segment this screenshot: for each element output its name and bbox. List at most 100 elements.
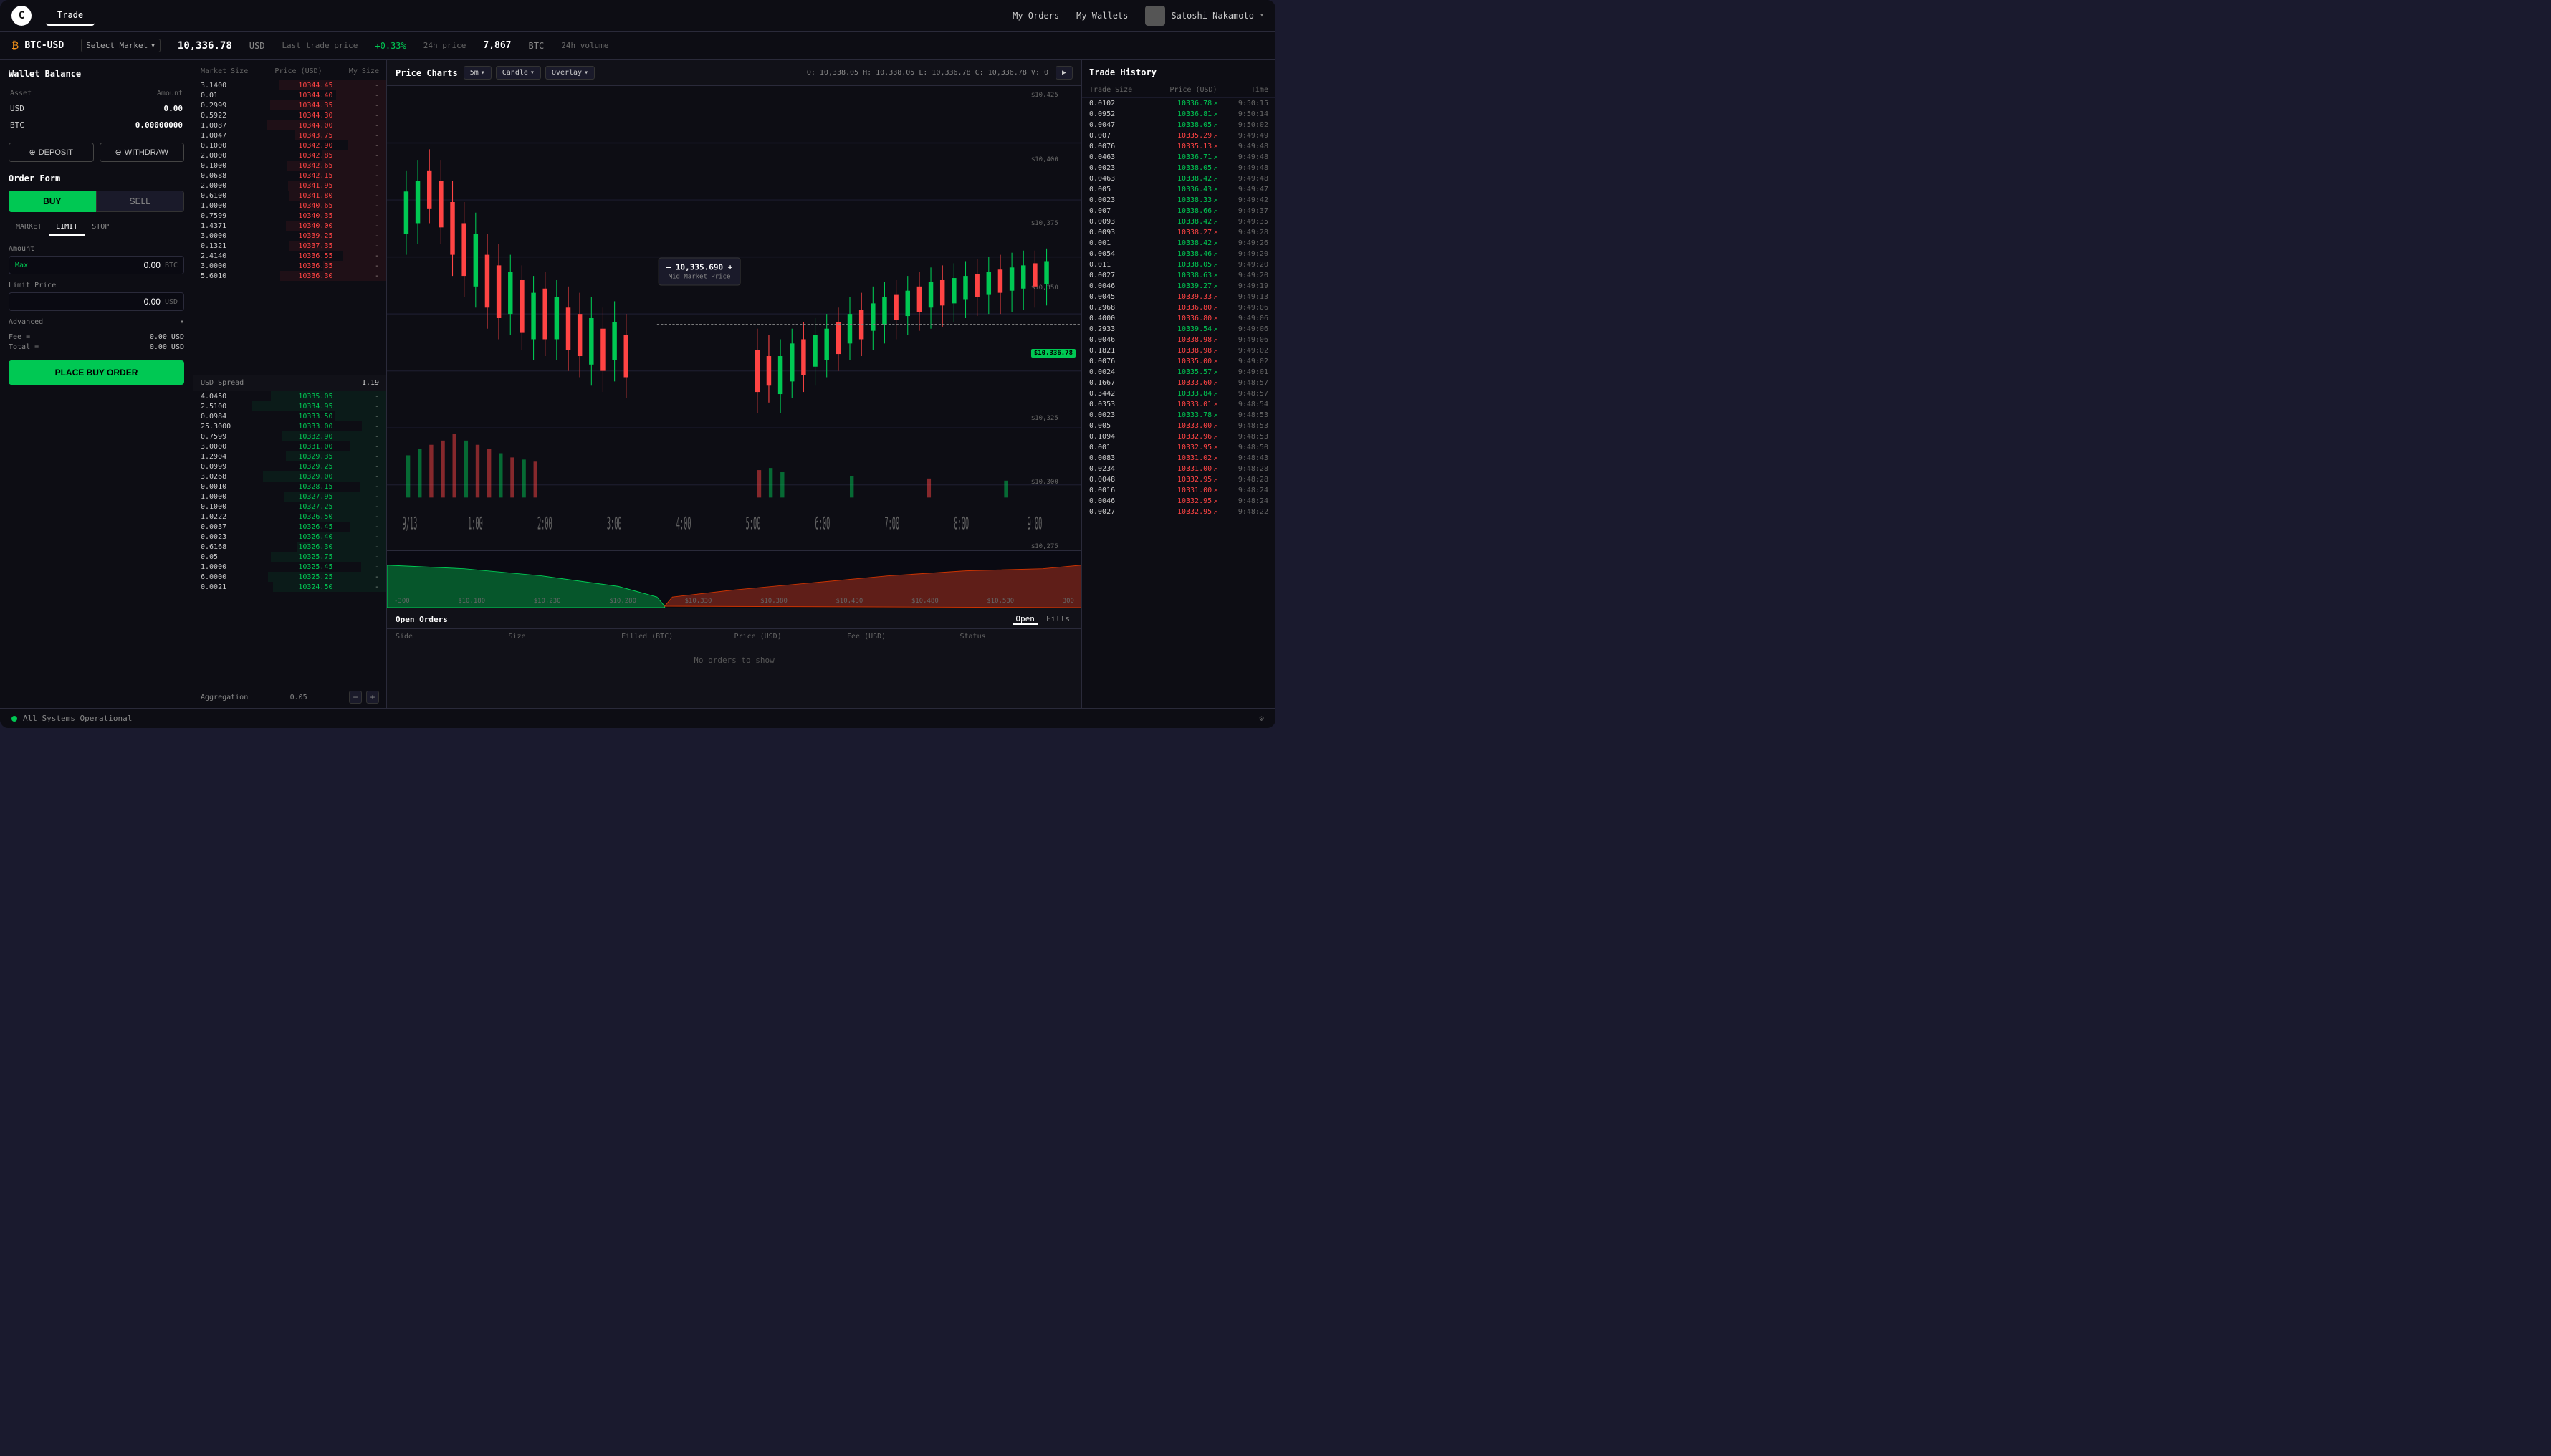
ob-buy-row[interactable]: 0.1000 10327.25 - — [193, 502, 386, 512]
ob-buy-row[interactable]: 2.5100 10334.95 - — [193, 401, 386, 411]
th-row[interactable]: 0.0463 10338.42↗ 9:49:48 — [1082, 173, 1276, 184]
ob-buy-row[interactable]: 0.0010 10328.15 - — [193, 482, 386, 492]
ob-buy-row[interactable]: 0.0999 10329.25 - — [193, 461, 386, 471]
ob-buy-row[interactable]: 0.7599 10332.90 - — [193, 431, 386, 441]
max-link[interactable]: Max — [15, 262, 28, 269]
th-row[interactable]: 0.0027 10332.95↗ 9:48:22 — [1082, 507, 1276, 517]
nav-my-orders[interactable]: My Orders — [1013, 11, 1059, 21]
ob-buy-row[interactable]: 3.0000 10331.00 - — [193, 441, 386, 451]
sell-tab[interactable]: SELL — [96, 191, 185, 212]
limit-price-input[interactable] — [15, 297, 161, 307]
settings-icon[interactable]: ⚙ — [1259, 714, 1264, 723]
oo-fills-tab[interactable]: Fills — [1043, 614, 1073, 625]
ob-buy-row[interactable]: 0.05 10325.75 - — [193, 552, 386, 562]
ob-sell-row[interactable]: 1.0047 10343.75 - — [193, 130, 386, 140]
th-row[interactable]: 0.2933 10339.54↗ 9:49:06 — [1082, 324, 1276, 335]
th-row[interactable]: 0.0463 10336.71↗ 9:49:48 — [1082, 152, 1276, 163]
user-area[interactable]: Satoshi Nakamoto ▾ — [1145, 6, 1264, 26]
th-row[interactable]: 0.0045 10339.33↗ 9:49:13 — [1082, 292, 1276, 302]
ob-sell-row[interactable]: 0.7599 10340.35 - — [193, 211, 386, 221]
th-row[interactable]: 0.0076 10335.13↗ 9:49:48 — [1082, 141, 1276, 152]
th-row[interactable]: 0.1667 10333.60↗ 9:48:57 — [1082, 378, 1276, 388]
agg-increase-button[interactable]: + — [366, 691, 379, 704]
deposit-button[interactable]: ⊕ DEPOSIT — [9, 143, 94, 162]
th-row[interactable]: 0.0952 10336.81↗ 9:50:14 — [1082, 109, 1276, 120]
ob-sell-row[interactable]: 2.0000 10341.95 - — [193, 181, 386, 191]
th-row[interactable]: 0.1094 10332.96↗ 9:48:53 — [1082, 431, 1276, 442]
timeframe-selector[interactable]: 5m ▾ — [464, 66, 492, 80]
limit-price-input-row[interactable]: USD — [9, 292, 184, 311]
ob-buy-row[interactable]: 3.0268 10329.00 - — [193, 471, 386, 482]
depth-chart[interactable]: -300 $10,180 $10,230 $10,280 $10,330 $10… — [387, 550, 1081, 608]
chart-type-selector[interactable]: Candle ▾ — [496, 66, 541, 80]
th-row[interactable]: 0.0353 10333.01↗ 9:48:54 — [1082, 399, 1276, 410]
ob-sell-row[interactable]: 1.0087 10344.00 - — [193, 120, 386, 130]
ob-sell-row[interactable]: 3.0000 10336.35 - — [193, 261, 386, 271]
th-row[interactable]: 0.005 10333.00↗ 9:48:53 — [1082, 421, 1276, 431]
buy-tab[interactable]: BUY — [9, 191, 96, 212]
place-order-button[interactable]: PLACE BUY ORDER — [9, 360, 184, 385]
advanced-toggle[interactable]: Advanced ▾ — [9, 318, 184, 326]
ob-sell-row[interactable]: 0.6100 10341.80 - — [193, 191, 386, 201]
th-row[interactable]: 0.0076 10335.00↗ 9:49:02 — [1082, 356, 1276, 367]
th-row[interactable]: 0.0046 10339.27↗ 9:49:19 — [1082, 281, 1276, 292]
th-row[interactable]: 0.0047 10338.05↗ 9:50:02 — [1082, 120, 1276, 130]
ob-sell-row[interactable]: 0.1000 10342.90 - — [193, 140, 386, 150]
th-row[interactable]: 0.0046 10338.98↗ 9:49:06 — [1082, 335, 1276, 345]
ob-buy-row[interactable]: 0.0984 10333.50 - — [193, 411, 386, 421]
th-row[interactable]: 0.0046 10332.95↗ 9:48:24 — [1082, 496, 1276, 507]
withdraw-button[interactable]: ⊖ WITHDRAW — [100, 143, 185, 162]
th-row[interactable]: 0.0048 10332.95↗ 9:48:28 — [1082, 474, 1276, 485]
th-row[interactable]: 0.3442 10333.84↗ 9:48:57 — [1082, 388, 1276, 399]
amount-input[interactable] — [34, 260, 161, 270]
th-row[interactable]: 0.2968 10336.80↗ 9:49:06 — [1082, 302, 1276, 313]
ob-sell-row[interactable]: 0.2999 10344.35 - — [193, 100, 386, 110]
ob-buy-row[interactable]: 1.0000 10327.95 - — [193, 492, 386, 502]
ob-buy-row[interactable]: 25.3000 10333.00 - — [193, 421, 386, 431]
ob-buy-row[interactable]: 0.0021 10324.50 - — [193, 582, 386, 592]
market-order-tab[interactable]: MARKET — [9, 219, 49, 236]
th-row[interactable]: 0.007 10335.29↗ 9:49:49 — [1082, 130, 1276, 141]
th-row[interactable]: 0.0102 10336.78↗ 9:50:15 — [1082, 98, 1276, 109]
th-row[interactable]: 0.001 10338.42↗ 9:49:26 — [1082, 238, 1276, 249]
agg-decrease-button[interactable]: − — [349, 691, 362, 704]
th-row[interactable]: 0.0023 10338.33↗ 9:49:42 — [1082, 195, 1276, 206]
amount-input-row[interactable]: Max BTC — [9, 256, 184, 274]
th-row[interactable]: 0.007 10338.66↗ 9:49:37 — [1082, 206, 1276, 216]
th-row[interactable]: 0.0083 10331.02↗ 9:48:43 — [1082, 453, 1276, 464]
ob-buy-row[interactable]: 6.0000 10325.25 - — [193, 572, 386, 582]
th-row[interactable]: 0.0023 10338.05↗ 9:49:48 — [1082, 163, 1276, 173]
ob-sell-row[interactable]: 3.1400 10344.45 - — [193, 80, 386, 90]
th-row[interactable]: 0.0016 10331.00↗ 9:48:24 — [1082, 485, 1276, 496]
ob-buy-row[interactable]: 1.2904 10329.35 - — [193, 451, 386, 461]
ob-buy-row[interactable]: 0.0023 10326.40 - — [193, 532, 386, 542]
ob-sell-row[interactable]: 0.1321 10337.35 - — [193, 241, 386, 251]
th-row[interactable]: 0.0054 10338.46↗ 9:49:20 — [1082, 249, 1276, 259]
select-market-button[interactable]: Select Market ▾ — [81, 39, 161, 52]
ob-sell-row[interactable]: 2.4140 10336.55 - — [193, 251, 386, 261]
th-row[interactable]: 0.005 10336.43↗ 9:49:47 — [1082, 184, 1276, 195]
ob-buy-row[interactable]: 1.0222 10326.50 - — [193, 512, 386, 522]
nav-tab-trade[interactable]: Trade — [46, 6, 95, 26]
stop-order-tab[interactable]: STOP — [85, 219, 116, 236]
limit-order-tab[interactable]: LIMIT — [49, 219, 85, 236]
th-row[interactable]: 0.0234 10331.00↗ 9:48:28 — [1082, 464, 1276, 474]
th-row[interactable]: 0.0093 10338.42↗ 9:49:35 — [1082, 216, 1276, 227]
chart-expand-button[interactable]: ▶ — [1056, 66, 1073, 80]
ob-buy-row[interactable]: 0.6168 10326.30 - — [193, 542, 386, 552]
ob-buy-row[interactable]: 1.0000 10325.45 - — [193, 562, 386, 572]
ob-sell-row[interactable]: 0.01 10344.40 - — [193, 90, 386, 100]
candle-chart-area[interactable]: $10,425 $10,400 $10,375 $10,350 $10,336.… — [387, 86, 1081, 550]
ob-sell-row[interactable]: 3.0000 10339.25 - — [193, 231, 386, 241]
th-row[interactable]: 0.4000 10336.80↗ 9:49:06 — [1082, 313, 1276, 324]
ob-buy-row[interactable]: 0.0037 10326.45 - — [193, 522, 386, 532]
ob-sell-row[interactable]: 0.0688 10342.15 - — [193, 171, 386, 181]
th-row[interactable]: 0.011 10338.05↗ 9:49:20 — [1082, 259, 1276, 270]
th-row[interactable]: 0.0023 10333.78↗ 9:48:53 — [1082, 410, 1276, 421]
ob-sell-row[interactable]: 0.1000 10342.65 - — [193, 161, 386, 171]
ob-sell-row[interactable]: 2.0000 10342.85 - — [193, 150, 386, 161]
ob-sell-row[interactable]: 1.0000 10340.65 - — [193, 201, 386, 211]
th-row[interactable]: 0.0027 10338.63↗ 9:49:20 — [1082, 270, 1276, 281]
ob-sell-row[interactable]: 5.6010 10336.30 - — [193, 271, 386, 281]
app-logo[interactable]: C — [11, 6, 32, 26]
